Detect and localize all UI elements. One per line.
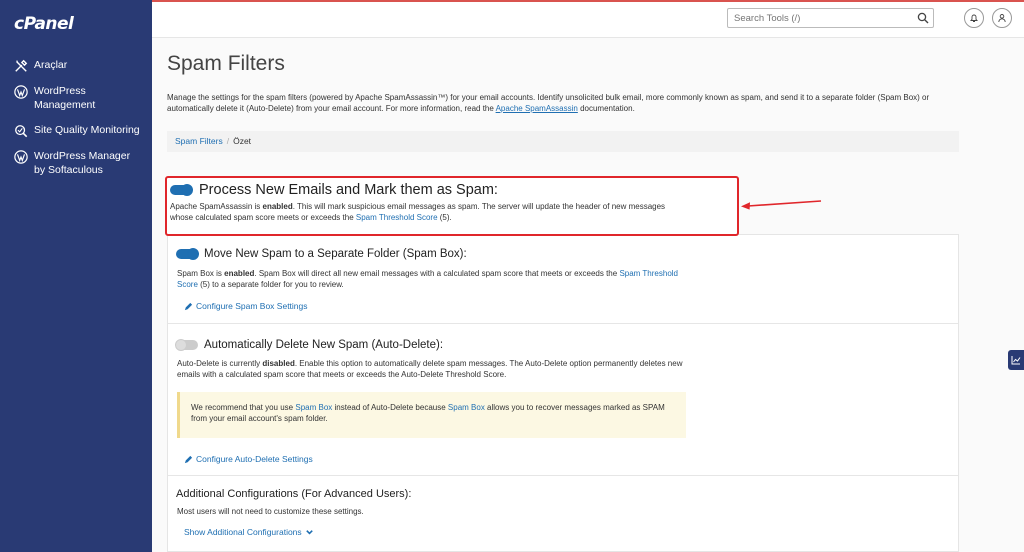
search-input[interactable] xyxy=(728,9,908,27)
top-bar xyxy=(152,0,1024,38)
desc-bold: enabled xyxy=(224,269,255,278)
sidebar-nav: Araçlar WordPress Management Site Qualit… xyxy=(0,56,152,186)
show-additional-configurations-label: Show Additional Configurations xyxy=(184,527,302,537)
process-header: Process New Emails and Mark them as Spam… xyxy=(170,182,498,198)
spam-settings-panel: Move New Spam to a Separate Folder (Spam… xyxy=(167,234,959,552)
desc-text: (5). xyxy=(437,212,452,222)
desc-bold: disabled xyxy=(262,359,295,368)
desc-text: Apache SpamAssassin is xyxy=(170,202,263,211)
stats-side-tab[interactable] xyxy=(1008,350,1024,370)
toggle-knob xyxy=(181,184,193,196)
divider xyxy=(168,323,958,324)
user-button[interactable] xyxy=(992,8,1012,28)
top-accent-line xyxy=(152,0,1024,2)
toggle-knob xyxy=(187,248,199,260)
sidebar: cPanel Araçlar WordPress Management Site… xyxy=(0,0,152,552)
sidebar-item-wordpress-manager[interactable]: WordPress Manager by Softaculous xyxy=(0,147,152,177)
configure-spam-box-label: Configure Spam Box Settings xyxy=(196,301,308,311)
spam-box-recommendation-notice: We recommend that you use Spam Box inste… xyxy=(177,392,686,438)
desc-text: Auto-Delete is currently xyxy=(177,359,263,368)
sidebar-item-label: WordPress Management xyxy=(34,85,96,111)
notice-text: instead of Auto-Delete because xyxy=(332,403,448,412)
auto-delete-header: Automatically Delete New Spam (Auto-Dele… xyxy=(175,339,444,351)
spam-box-description: Spam Box is enabled. Spam Box will direc… xyxy=(177,269,697,290)
configure-auto-delete-link[interactable]: Configure Auto-Delete Settings xyxy=(184,454,313,464)
chevron-down-icon xyxy=(305,529,313,535)
page-title: Spam Filters xyxy=(167,52,285,75)
breadcrumb-separator: / xyxy=(226,136,230,146)
notifications-button[interactable] xyxy=(964,8,984,28)
search-box[interactable] xyxy=(727,8,934,28)
site-quality-icon xyxy=(14,124,28,138)
spam-box-link[interactable]: Spam Box xyxy=(448,403,485,412)
pencil-icon xyxy=(184,455,193,463)
main-content: Spam Filters Manage the settings for the… xyxy=(152,38,1024,552)
advanced-description: Most users will not need to customize th… xyxy=(177,507,364,516)
pencil-icon xyxy=(184,302,193,310)
desc-bold: enabled xyxy=(262,202,293,211)
spam-box-title: Move New Spam to a Separate Folder (Spam… xyxy=(204,248,467,260)
auto-delete-toggle[interactable] xyxy=(175,339,198,351)
sidebar-item-label: Site Quality Monitoring xyxy=(34,124,140,136)
cpanel-logo[interactable]: cPanel xyxy=(14,14,74,34)
process-description: Apache SpamAssassin is enabled. This wil… xyxy=(170,202,680,223)
desc-text: Spam Box is xyxy=(177,269,225,278)
sidebar-item-label: Araçlar xyxy=(34,59,68,71)
annotation-arrow xyxy=(741,200,822,210)
chart-icon xyxy=(1011,356,1021,365)
wordpress-icon xyxy=(14,85,28,99)
breadcrumb: Spam Filters / Özet xyxy=(167,131,959,152)
process-new-emails-toggle[interactable] xyxy=(170,184,193,196)
desc-text: (5) to a separate folder for you to revi… xyxy=(197,279,344,289)
show-additional-configurations-link[interactable]: Show Additional Configurations xyxy=(184,527,314,537)
advanced-title: Additional Configurations (For Advanced … xyxy=(176,488,412,500)
desc-text: . Spam Box will direct all new email mes… xyxy=(254,269,620,278)
search-icon[interactable] xyxy=(917,12,929,24)
auto-delete-description: Auto-Delete is currently disabled. Enabl… xyxy=(177,359,697,380)
toggle-knob xyxy=(175,339,187,351)
breadcrumb-spam-filters[interactable]: Spam Filters xyxy=(175,136,223,146)
wordpress-icon xyxy=(14,150,28,164)
auto-delete-title: Automatically Delete New Spam (Auto-Dele… xyxy=(204,339,444,351)
divider xyxy=(168,475,958,476)
sidebar-item-wordpress-management[interactable]: WordPress Management xyxy=(0,82,152,112)
configure-auto-delete-label: Configure Auto-Delete Settings xyxy=(196,454,313,464)
spam-box-link[interactable]: Spam Box xyxy=(295,403,332,412)
tools-icon xyxy=(14,59,28,73)
spam-box-toggle[interactable] xyxy=(176,248,199,260)
process-title: Process New Emails and Mark them as Spam… xyxy=(199,182,498,198)
page-intro: Manage the settings for the spam filters… xyxy=(167,93,967,114)
notice-text: We recommend that you use xyxy=(191,403,296,412)
intro-text-end: documentation. xyxy=(577,103,635,113)
sidebar-item-site-quality-monitoring[interactable]: Site Quality Monitoring xyxy=(0,121,152,138)
breadcrumb-current: Özet xyxy=(233,136,252,146)
spam-threshold-score-link[interactable]: Spam Threshold Score xyxy=(356,213,438,222)
sidebar-item-tools[interactable]: Araçlar xyxy=(0,56,152,73)
sidebar-item-label: WordPress Manager by Softaculous xyxy=(34,150,131,176)
process-new-emails-section: Process New Emails and Mark them as Spam… xyxy=(165,176,739,236)
spam-box-header: Move New Spam to a Separate Folder (Spam… xyxy=(176,248,467,260)
apache-spamassassin-link[interactable]: Apache SpamAssassin xyxy=(496,104,578,113)
bell-icon xyxy=(970,14,978,22)
configure-spam-box-link[interactable]: Configure Spam Box Settings xyxy=(184,301,308,311)
user-icon xyxy=(998,14,1006,23)
